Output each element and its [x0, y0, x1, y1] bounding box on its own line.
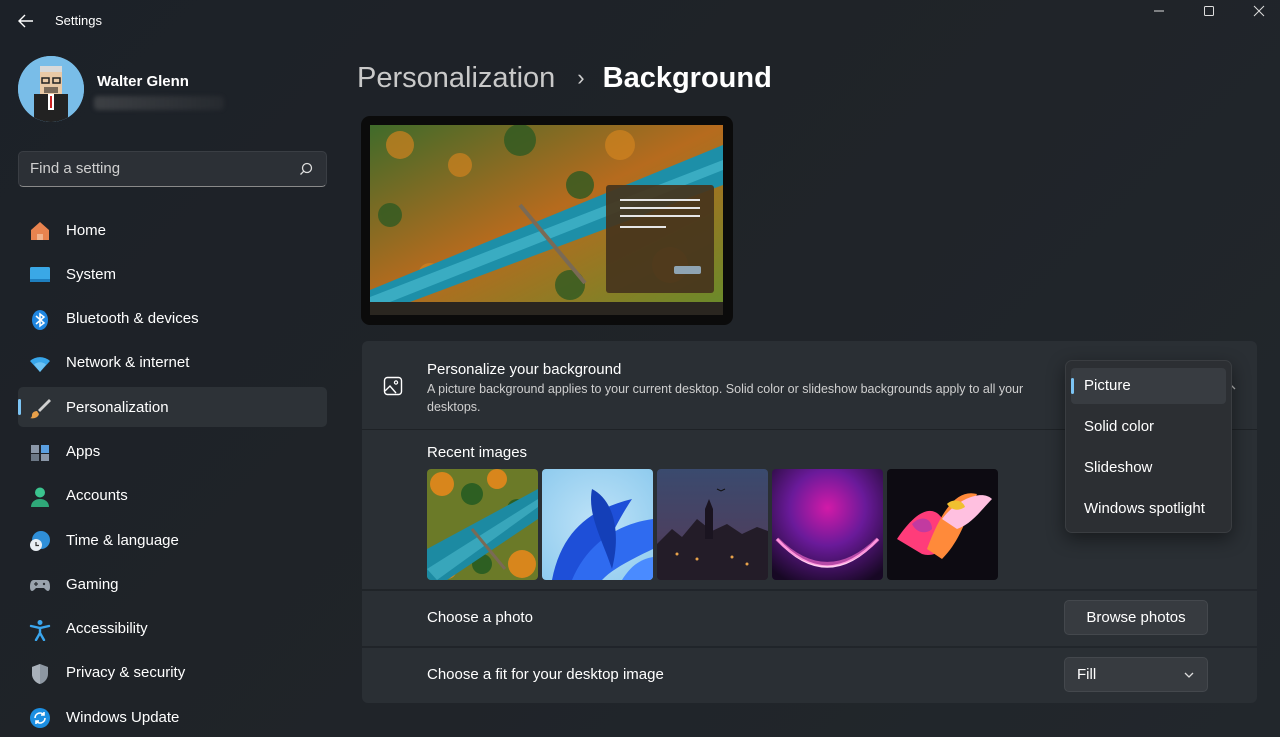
- update-icon: [29, 707, 51, 729]
- close-icon: [1253, 5, 1265, 17]
- back-button[interactable]: [14, 10, 38, 32]
- maximize-button[interactable]: [1184, 0, 1234, 22]
- globe-clock-icon: [29, 530, 51, 552]
- sidebar-nav: Home System Bluetooth & devices Network …: [18, 210, 327, 737]
- recent-image-blue-bloom[interactable]: [542, 469, 653, 580]
- fit-dropdown-value: Fill: [1077, 666, 1097, 683]
- breadcrumb-separator: ›: [577, 65, 585, 90]
- card-description: A picture background applies to your cur…: [427, 382, 1024, 414]
- choose-fit-label: Choose a fit for your desktop image: [427, 666, 664, 683]
- minimize-button[interactable]: [1134, 0, 1184, 22]
- brush-icon: [29, 397, 51, 419]
- search-input[interactable]: [30, 160, 290, 177]
- user-email-blurred: [94, 96, 224, 110]
- accessibility-icon: [29, 619, 51, 641]
- browse-photos-button[interactable]: Browse photos: [1064, 600, 1208, 635]
- dropdown-option-label: Picture: [1084, 377, 1131, 394]
- background-type-dropdown-menu: Picture Solid color Slideshow Windows sp…: [1065, 360, 1232, 533]
- sidebar-item-label: Personalization: [66, 398, 169, 416]
- sidebar-item-label: Home: [66, 221, 107, 239]
- accounts-icon: [29, 486, 51, 508]
- dropdown-option-label: Solid color: [1084, 418, 1155, 435]
- choose-photo-label: Choose a photo: [427, 609, 533, 626]
- fit-dropdown[interactable]: Fill: [1064, 657, 1208, 692]
- dropdown-option-windows-spotlight[interactable]: Windows spotlight: [1071, 491, 1226, 527]
- sidebar-item-label: Accessibility: [66, 620, 148, 638]
- user-profile[interactable]: Walter Glenn: [18, 56, 318, 122]
- recent-image-dark-fantasy[interactable]: [657, 469, 768, 580]
- home-icon: [29, 220, 51, 242]
- minimize-icon: [1154, 10, 1164, 12]
- preview-taskbar: [370, 302, 723, 315]
- sidebar-item-label: Accounts: [66, 487, 128, 505]
- sidebar-item-accounts[interactable]: Accounts: [18, 476, 327, 516]
- apps-icon: [29, 441, 51, 463]
- sidebar-item-gaming[interactable]: Gaming: [18, 564, 327, 604]
- title-bar: Settings: [0, 0, 1280, 40]
- sidebar-item-label: System: [66, 265, 117, 283]
- desktop-preview: [361, 116, 733, 325]
- sidebar-item-system[interactable]: System: [18, 254, 327, 294]
- sidebar-item-label: Windows Update: [66, 708, 180, 726]
- recent-image-forest-river[interactable]: [427, 469, 538, 580]
- breadcrumb: Personalization › Background: [357, 58, 772, 98]
- back-arrow-icon: [18, 14, 33, 28]
- gamepad-icon: [29, 574, 51, 596]
- dropdown-option-label: Windows spotlight: [1084, 500, 1205, 517]
- shield-icon: [29, 663, 51, 685]
- sidebar-item-apps[interactable]: Apps: [18, 431, 327, 471]
- app-title: Settings: [55, 13, 102, 28]
- search-icon[interactable]: [299, 162, 313, 176]
- choose-fit-row: Choose a fit for your desktop image Fill: [362, 648, 1257, 703]
- bluetooth-icon: [29, 309, 51, 331]
- recent-images-list: [427, 469, 998, 580]
- sidebar-item-personalization[interactable]: Personalization: [18, 387, 327, 428]
- recent-image-purple-glow[interactable]: [772, 469, 883, 580]
- avatar: [18, 56, 84, 122]
- sidebar-item-accessibility[interactable]: Accessibility: [18, 609, 327, 649]
- sidebar-item-bluetooth[interactable]: Bluetooth & devices: [18, 299, 327, 339]
- recent-images-label: Recent images: [427, 444, 528, 461]
- search-box[interactable]: [18, 151, 327, 187]
- sidebar-item-label: Network & internet: [66, 354, 190, 372]
- dropdown-option-picture[interactable]: Picture: [1071, 368, 1226, 404]
- dropdown-option-slideshow[interactable]: Slideshow: [1071, 450, 1226, 486]
- dropdown-option-solid-color[interactable]: Solid color: [1071, 409, 1226, 445]
- sidebar-item-label: Bluetooth & devices: [66, 310, 199, 328]
- close-button[interactable]: [1234, 0, 1280, 22]
- dropdown-option-label: Slideshow: [1084, 459, 1153, 476]
- image-icon: [383, 376, 403, 396]
- sidebar-item-privacy[interactable]: Privacy & security: [18, 653, 327, 693]
- system-icon: [29, 264, 51, 286]
- user-name: Walter Glenn: [97, 73, 189, 90]
- sidebar-item-windows-update[interactable]: Windows Update: [18, 697, 327, 737]
- maximize-icon: [1204, 6, 1214, 16]
- sidebar-item-network[interactable]: Network & internet: [18, 343, 327, 383]
- wifi-icon: [29, 353, 51, 375]
- sidebar-item-label: Gaming: [66, 575, 119, 593]
- sidebar-item-label: Privacy & security: [66, 664, 186, 682]
- card-title: Personalize your background: [427, 361, 622, 378]
- choose-photo-row: Choose a photo Browse photos: [362, 591, 1257, 646]
- sidebar-item-label: Time & language: [66, 531, 179, 549]
- sidebar-item-time-language[interactable]: Time & language: [18, 520, 327, 560]
- preview-window: [606, 185, 714, 293]
- recent-image-abstract-ribbons[interactable]: [887, 469, 998, 580]
- breadcrumb-parent[interactable]: Personalization: [357, 62, 555, 95]
- sidebar-item-label: Apps: [66, 442, 101, 460]
- sidebar-item-home[interactable]: Home: [18, 210, 327, 250]
- page-title: Background: [602, 61, 772, 94]
- chevron-down-icon: [1184, 672, 1194, 678]
